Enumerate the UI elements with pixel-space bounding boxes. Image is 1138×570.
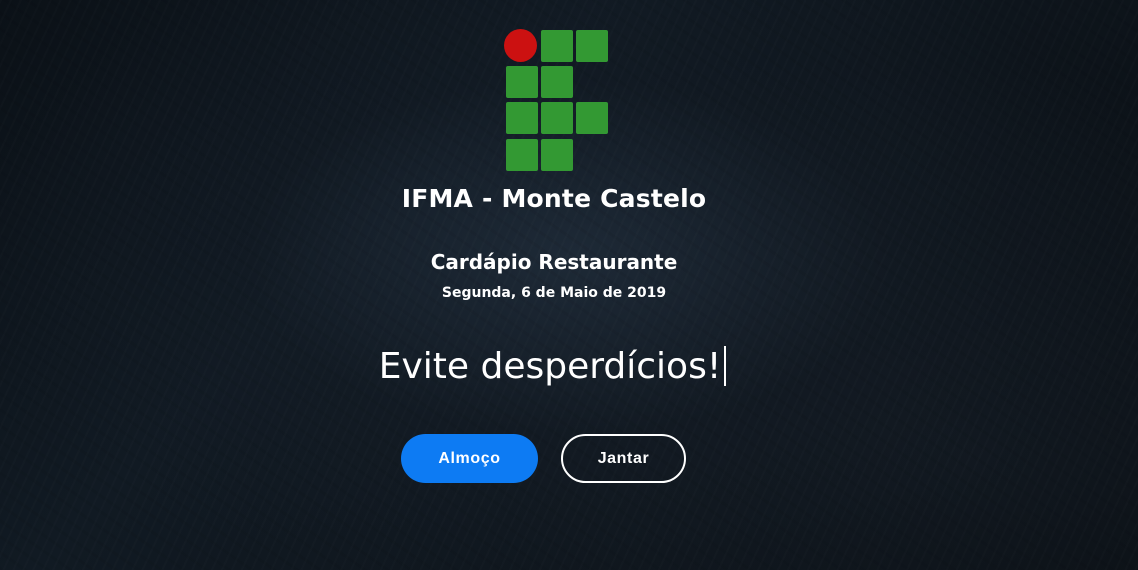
ifma-logo xyxy=(503,29,611,173)
slogan-text: Evite desperdícios! xyxy=(378,346,722,387)
logo-square xyxy=(541,66,573,98)
logo-square xyxy=(541,102,573,134)
slogan: Evite desperdícios! xyxy=(0,343,1105,391)
logo-square xyxy=(506,139,538,171)
institution-name: IFMA - Monte Castelo xyxy=(401,184,707,213)
logo-square xyxy=(576,30,608,62)
logo-square xyxy=(576,102,608,134)
logo-red-circle xyxy=(504,29,537,62)
typing-cursor xyxy=(724,346,727,386)
menu-title: Cardápio Restaurante xyxy=(430,250,678,274)
lunch-button[interactable]: Almoço xyxy=(401,434,538,483)
logo-square xyxy=(541,30,573,62)
menu-date: Segunda, 6 de Maio de 2019 xyxy=(441,285,667,301)
logo-square xyxy=(541,139,573,171)
logo-square xyxy=(506,102,538,134)
dinner-button[interactable]: Jantar xyxy=(561,434,686,483)
logo-square xyxy=(506,66,538,98)
